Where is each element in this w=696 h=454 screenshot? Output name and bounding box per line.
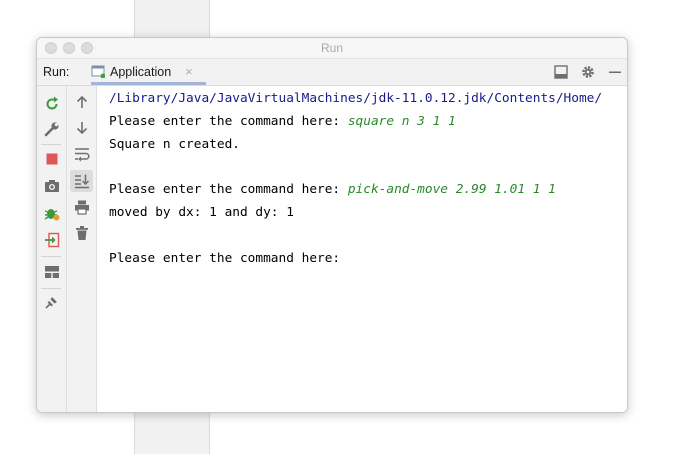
pin-icon[interactable]	[44, 294, 60, 310]
prompt-text: Please enter the command here:	[109, 114, 348, 129]
title-bar: Run	[37, 38, 627, 59]
tab-label: Application	[110, 65, 172, 79]
scroll-to-end-icon[interactable]	[74, 173, 90, 189]
tab-underline	[91, 82, 206, 85]
minimize-icon[interactable]	[607, 64, 623, 80]
separator	[41, 288, 61, 289]
console-output[interactable]: /Library/Java/JavaVirtualMachines/jdk-11…	[97, 86, 627, 412]
window-title: Run	[320, 41, 343, 55]
run-actions-toolbar	[37, 86, 67, 412]
run-window: Run Run: Application × /Library/Java/Jav…	[36, 37, 628, 413]
user-input-text: square n 3 1 1	[347, 114, 456, 129]
console-line: Please enter the command here: pick-and-…	[109, 182, 556, 198]
java-path-line: /Library/Java/JavaVirtualMachines/jdk-11…	[109, 91, 603, 106]
down-arrow-icon[interactable]	[74, 120, 90, 136]
camera-icon[interactable]	[44, 178, 60, 194]
wrench-icon[interactable]	[44, 121, 60, 137]
run-label: Run:	[43, 65, 70, 79]
trash-icon[interactable]	[74, 225, 90, 241]
print-icon[interactable]	[74, 199, 90, 215]
prompt-line: Please enter the command here:	[109, 251, 341, 266]
output-line: moved by dx: 1 and dy: 1	[109, 205, 294, 220]
debug-icon[interactable]	[44, 205, 60, 221]
console-line: Please enter the command here: square n …	[109, 114, 456, 130]
layout-icon[interactable]	[553, 64, 569, 80]
prompt-text: Please enter the command here:	[109, 182, 348, 197]
run-toolbar: Run: Application ×	[37, 59, 627, 86]
rerun-icon[interactable]	[44, 96, 60, 112]
separator	[41, 144, 61, 145]
stop-icon[interactable]	[44, 151, 60, 167]
user-input-text: pick-and-move 2.99 1.01 1 1	[347, 182, 556, 197]
soft-wrap-icon[interactable]	[74, 146, 90, 162]
up-arrow-icon[interactable]	[74, 94, 90, 110]
console-actions-toolbar	[67, 86, 97, 412]
layout-icon[interactable]	[44, 264, 60, 280]
separator	[41, 256, 61, 257]
output-line: Square n created.	[109, 137, 240, 152]
gear-icon[interactable]	[580, 64, 596, 80]
exit-icon[interactable]	[44, 232, 60, 248]
application-icon	[91, 65, 105, 78]
close-icon[interactable]: ×	[185, 64, 193, 79]
tab-application[interactable]: Application ×	[91, 59, 206, 85]
